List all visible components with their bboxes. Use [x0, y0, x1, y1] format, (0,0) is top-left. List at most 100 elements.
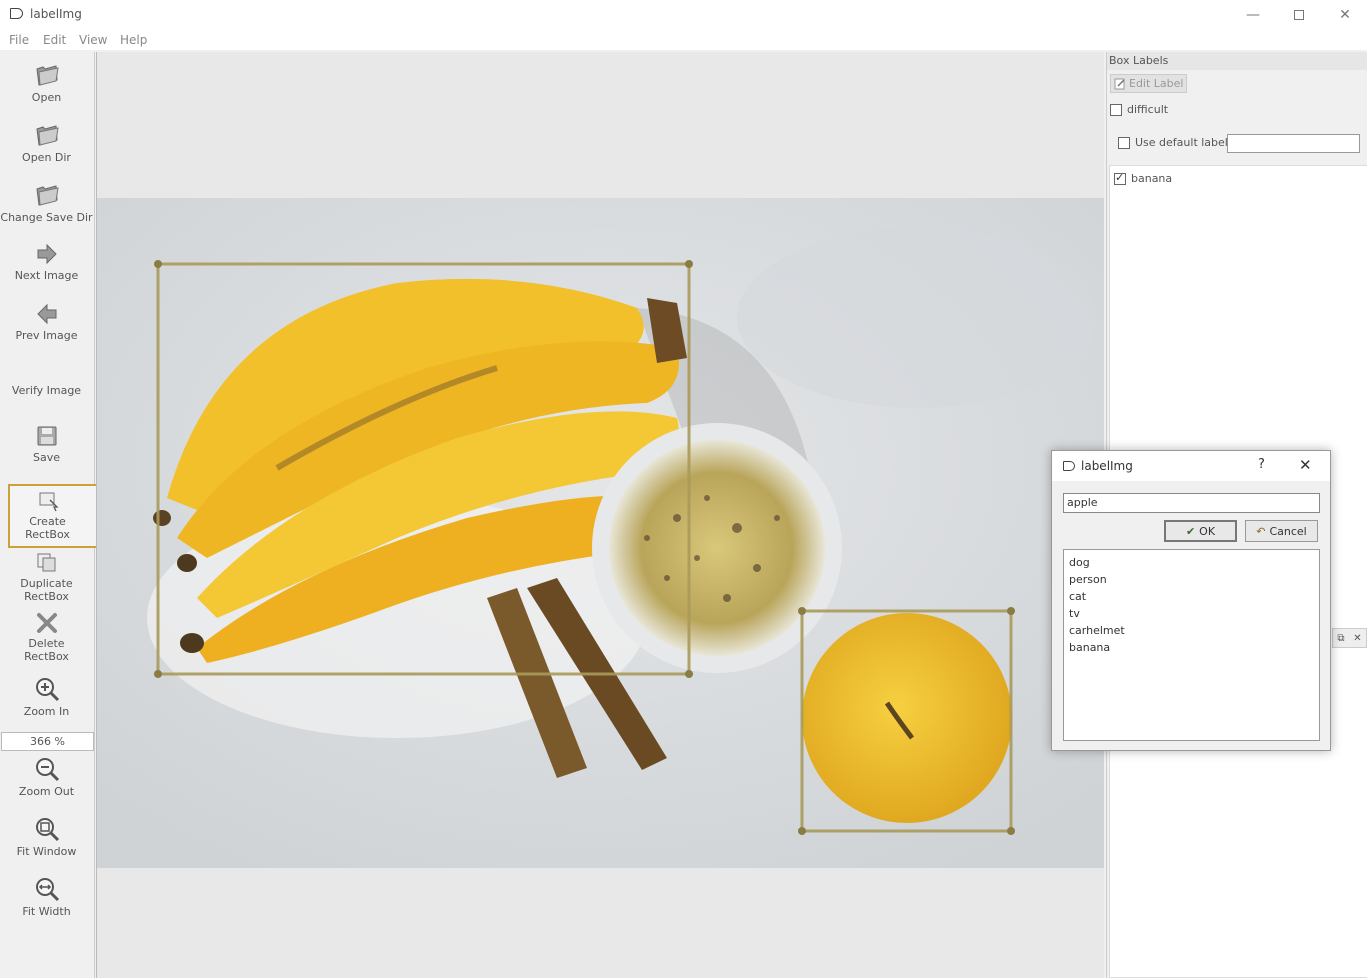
zoom-in-label: Zoom In: [23, 705, 70, 718]
menu-view[interactable]: View: [79, 33, 107, 47]
toolbar: Open Open Dir Change Save Dir Next Image…: [0, 52, 130, 978]
use-default-label-row: Use default label: [1118, 136, 1228, 149]
open-label: Open: [31, 91, 62, 104]
dock-float-controls: ⧉ ✕: [1332, 628, 1367, 648]
delete-rectbox-label-line-1: Delete: [28, 637, 65, 650]
menu-file[interactable]: File: [9, 33, 29, 47]
app-window: labelImg — ✕ File Edit View Help Open Op…: [0, 0, 1367, 978]
folder-icon: [35, 185, 59, 206]
app-logo-icon: [1063, 461, 1075, 471]
fit-window-button[interactable]: Fit Window: [0, 816, 93, 858]
edit-icon: [1114, 78, 1125, 89]
create-rectbox-icon: [39, 492, 59, 512]
label-checkbox[interactable]: [1114, 171, 1126, 185]
list-item[interactable]: banana: [1114, 171, 1173, 185]
help-button[interactable]: ?: [1258, 457, 1265, 472]
use-default-label-text: Use default label: [1135, 136, 1228, 149]
open-dir-label: Open Dir: [22, 151, 71, 164]
folder-icon: [35, 125, 59, 146]
label-options-list[interactable]: dog person cat tv carhelmet banana: [1063, 549, 1320, 741]
window-title: labelImg: [30, 7, 82, 21]
arrow-left-icon: [36, 303, 56, 325]
create-rectbox-label: Create RectBox: [10, 515, 85, 541]
float-icon[interactable]: ⧉: [1337, 633, 1344, 644]
prev-image-label: Prev Image: [15, 329, 78, 342]
fit-width-button[interactable]: Fit Width: [0, 876, 93, 918]
menu-edit[interactable]: Edit: [43, 33, 66, 47]
list-item[interactable]: dog: [1069, 554, 1314, 571]
dialog-close-button[interactable]: ✕: [1299, 456, 1312, 474]
save-icon: [37, 426, 56, 446]
save-button[interactable]: Save: [0, 424, 93, 464]
use-default-label-checkbox[interactable]: [1118, 136, 1130, 149]
duplicate-icon: [37, 553, 55, 572]
fit-width-icon: [35, 878, 59, 902]
zoom-out-icon: [35, 758, 59, 782]
prev-image-button[interactable]: Prev Image: [0, 302, 93, 342]
open-button[interactable]: Open: [0, 62, 93, 104]
zoom-out-label: Zoom Out: [18, 785, 75, 798]
change-save-dir-button[interactable]: Change Save Dir: [0, 182, 93, 224]
edit-label-text: Edit Label: [1129, 77, 1184, 90]
open-dir-button[interactable]: Open Dir: [0, 122, 93, 164]
duplicate-rectbox-button[interactable]: Duplicate RectBox: [0, 552, 93, 603]
duplicate-rectbox-label: Duplicate RectBox: [0, 577, 93, 603]
verify-image-button[interactable]: Verify Image: [0, 384, 93, 397]
fit-window-label: Fit Window: [16, 845, 77, 858]
label-text: banana: [1131, 172, 1173, 185]
zoom-in-button[interactable]: Zoom In: [0, 676, 93, 718]
dock-close-icon[interactable]: ✕: [1353, 633, 1361, 644]
fit-width-label: Fit Width: [22, 905, 71, 918]
dock-title: Box Labels: [1109, 54, 1169, 67]
list-item[interactable]: tv: [1069, 605, 1314, 622]
menu-bar: File Edit View Help: [0, 30, 1367, 50]
edit-label-button[interactable]: Edit Label: [1110, 74, 1187, 93]
image-canvas[interactable]: [96, 52, 1104, 978]
list-item[interactable]: banana: [1069, 639, 1314, 656]
delete-rectbox-label: Delete RectBox: [0, 637, 93, 663]
delete-rectbox-button[interactable]: Delete RectBox: [0, 612, 93, 663]
zoom-out-button[interactable]: Zoom Out: [0, 756, 93, 798]
duplicate-rectbox-label-line-1: Duplicate: [20, 577, 73, 590]
folder-icon: [35, 65, 59, 86]
create-rectbox-label-line-2: RectBox: [25, 528, 70, 541]
close-button[interactable]: ✕: [1322, 0, 1367, 30]
duplicate-rectbox-label-line-2: RectBox: [24, 590, 69, 603]
list-item[interactable]: carhelmet: [1069, 622, 1314, 639]
title-bar: labelImg — ✕: [0, 0, 1367, 30]
minimize-button[interactable]: —: [1230, 0, 1276, 30]
label-input[interactable]: apple: [1063, 493, 1320, 513]
list-item[interactable]: cat: [1069, 588, 1314, 605]
ok-label: OK: [1199, 524, 1216, 538]
menu-help[interactable]: Help: [120, 33, 147, 47]
save-label: Save: [32, 451, 60, 464]
dialog-title-bar: labelImg ? ✕: [1052, 451, 1330, 481]
zoom-in-icon: [35, 678, 59, 702]
maximize-icon: [1294, 10, 1304, 20]
check-icon: ✔: [1185, 524, 1196, 538]
ok-button[interactable]: ✔ OK: [1164, 520, 1237, 542]
arrow-right-icon: [37, 243, 57, 265]
difficult-checkbox[interactable]: [1110, 103, 1122, 116]
cancel-button[interactable]: ↶ Cancel: [1245, 520, 1318, 542]
label-dialog: labelImg ? ✕ apple ✔ OK ↶ Cancel dog per…: [1051, 450, 1331, 751]
cancel-label: Cancel: [1269, 524, 1307, 538]
next-image-label: Next Image: [14, 269, 79, 282]
change-save-dir-label: Change Save Dir: [0, 211, 93, 224]
fit-window-icon: [35, 818, 59, 842]
dialog-title: labelImg: [1081, 459, 1133, 473]
photo-bananas-apple: [97, 198, 1104, 868]
zoom-value-field[interactable]: 366 %: [1, 732, 94, 751]
delete-icon: [36, 613, 57, 633]
default-label-input[interactable]: [1227, 134, 1360, 153]
undo-icon: ↶: [1256, 524, 1266, 538]
create-rectbox-label-line-1: Create: [29, 515, 66, 528]
next-image-button[interactable]: Next Image: [0, 242, 93, 282]
verify-image-label: Verify Image: [11, 384, 82, 397]
app-logo-icon: [10, 8, 23, 19]
maximize-button[interactable]: [1276, 0, 1322, 30]
difficult-row: difficult: [1110, 103, 1168, 116]
delete-rectbox-label-line-2: RectBox: [24, 650, 69, 663]
difficult-label: difficult: [1127, 103, 1169, 116]
list-item[interactable]: person: [1069, 571, 1314, 588]
